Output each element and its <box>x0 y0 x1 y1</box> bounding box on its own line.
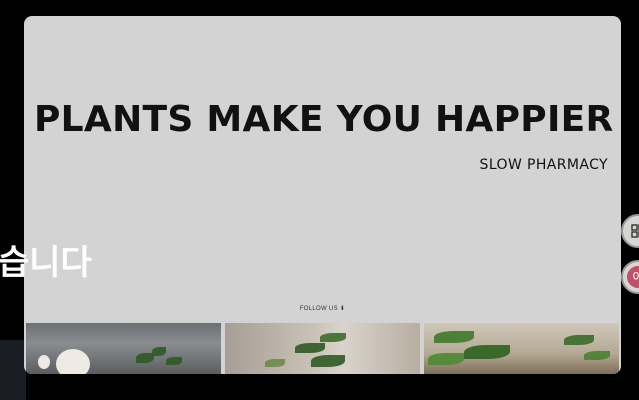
hero-headline: PLANTS MAKE YOU HAPPIER <box>34 99 614 140</box>
hero-card: PLANTS MAKE YOU HAPPIER SLOW PHARMACY FO… <box>24 16 621 374</box>
avatar: 아 <box>627 266 639 288</box>
grid-button[interactable] <box>621 214 639 248</box>
profile-button[interactable]: 아 <box>621 260 639 294</box>
photo-tile-lamps[interactable] <box>26 323 221 374</box>
photo-tile-palm-plant[interactable] <box>424 323 619 374</box>
overlay-caption: 습니다 <box>0 243 92 283</box>
brand-name: SLOW PHARMACY <box>479 157 608 173</box>
left-dark-panel <box>0 340 26 400</box>
photo-strip <box>26 323 619 374</box>
grid-icon <box>631 224 639 238</box>
follow-us-link[interactable]: FOLLOW US ⬇ <box>24 305 621 312</box>
photo-tile-palm-interior[interactable] <box>225 323 420 374</box>
